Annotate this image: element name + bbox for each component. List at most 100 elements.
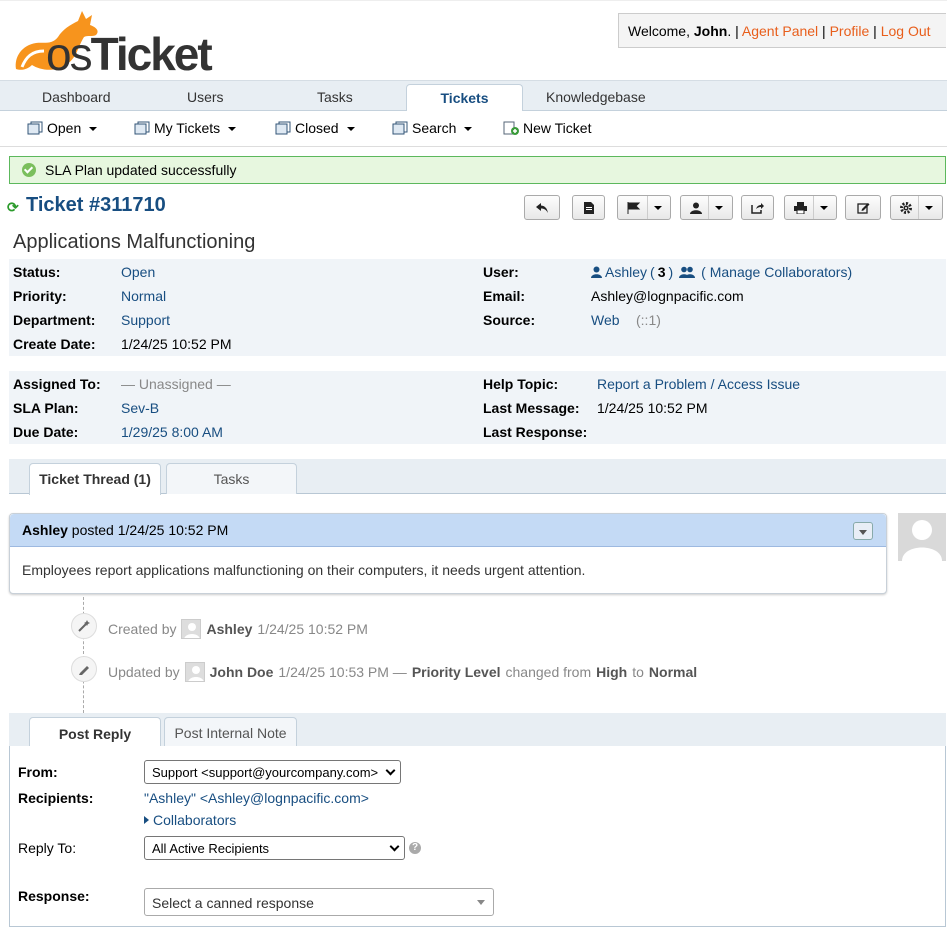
- due-date-value[interactable]: 1/29/25 8:00 AM: [121, 424, 223, 440]
- osticket-logo[interactable]: osTicket: [8, 7, 218, 77]
- tab-ticket-thread[interactable]: Ticket Thread (1): [29, 463, 161, 495]
- profile-link[interactable]: Profile: [830, 23, 870, 39]
- from-select[interactable]: Support <support@yourcompany.com>: [144, 760, 401, 784]
- event-updated-from: High: [596, 664, 628, 680]
- source-ip: (::1): [636, 312, 661, 328]
- tickets-icon: [134, 121, 150, 135]
- avatar-placeholder-icon: [902, 520, 942, 561]
- canned-response-select[interactable]: Select a canned response: [144, 888, 494, 916]
- entry-options-dropdown[interactable]: [853, 522, 873, 540]
- event-updated-who: John Doe: [209, 664, 274, 680]
- chevron-down-icon: [389, 841, 400, 852]
- transfer-button[interactable]: [741, 195, 774, 220]
- welcome-sep-2: |: [818, 23, 830, 39]
- priority-label: Priority:: [13, 288, 67, 304]
- chevron-down-icon: [346, 127, 355, 131]
- status-label: Status:: [13, 264, 61, 280]
- ticket-number-link[interactable]: Ticket #311710: [26, 194, 166, 217]
- reply-arrow-icon: [536, 202, 548, 213]
- user-value: Ashley (3) ( Manage Collaborators): [591, 264, 852, 280]
- tab-post-internal-note[interactable]: Post Internal Note: [164, 717, 297, 748]
- thread-entry-body: Employees report applications malfunctio…: [22, 562, 586, 578]
- chevron-down-icon: [228, 127, 237, 131]
- welcome-prefix: Welcome,: [628, 23, 694, 39]
- reply-tabs: Post Reply Post Internal Note: [9, 713, 946, 750]
- thread-tabs: Ticket Thread (1) Tasks: [9, 459, 946, 495]
- ticket-subject: Applications Malfunctioning: [13, 231, 256, 253]
- magic-wand-icon: [71, 613, 97, 639]
- subnav-my-tickets-label: My Tickets: [154, 120, 221, 136]
- check-circle-icon: [22, 163, 36, 177]
- chevron-down-icon: [715, 205, 723, 210]
- tab-tasks[interactable]: Tasks: [166, 463, 297, 494]
- user-name-link[interactable]: Ashley: [605, 264, 647, 280]
- chevron-down-icon: [925, 205, 933, 210]
- event-updated: Updated by John Doe 1/24/25 10:53 PM — P…: [108, 662, 697, 682]
- help-topic-label: Help Topic:: [483, 376, 559, 392]
- thread-entry-author: Ashley: [22, 522, 68, 538]
- user-label: User:: [483, 264, 519, 280]
- user-icon: [690, 202, 702, 214]
- thread-entry-posted: posted 1/24/25 10:52 PM: [67, 522, 229, 538]
- reply-button[interactable]: [524, 195, 560, 220]
- assigned-to-label: Assigned To:: [13, 376, 101, 392]
- assigned-to-value[interactable]: — Unassigned —: [121, 376, 231, 392]
- source-value[interactable]: Web: [591, 312, 620, 328]
- event-updated-prefix: Updated by: [108, 664, 180, 680]
- chevron-down-icon: [89, 127, 98, 131]
- recipients-label: Recipients:: [18, 790, 94, 806]
- subnav-my-tickets[interactable]: My Tickets: [134, 120, 237, 136]
- refresh-icon[interactable]: ⟳: [7, 199, 19, 216]
- welcome-name: John: [693, 23, 728, 39]
- thread-entry-header: Ashley posted 1/24/25 10:52 PM: [10, 514, 886, 547]
- document-icon: [583, 201, 594, 214]
- print-pdf-button[interactable]: [572, 195, 605, 220]
- help-topic-value[interactable]: Report a Problem / Access Issue: [597, 376, 800, 392]
- subnav-closed[interactable]: Closed: [275, 120, 355, 136]
- nav-tab-dashboard[interactable]: Dashboard: [42, 81, 111, 112]
- success-message-text: SLA Plan updated successfully: [45, 162, 237, 178]
- flag-icon: [627, 201, 640, 214]
- help-icon[interactable]: ?: [409, 842, 421, 854]
- pencil-icon: [71, 656, 97, 682]
- reply-to-select[interactable]: All Active Recipients: [144, 836, 405, 860]
- last-response-label: Last Response:: [483, 424, 588, 440]
- response-label: Response:: [18, 888, 90, 904]
- user-count-open: (: [650, 264, 655, 280]
- collaborators-toggle[interactable]: Collaborators: [144, 812, 236, 828]
- subnav-search[interactable]: Search: [392, 120, 473, 136]
- tickets-icon: [392, 121, 408, 135]
- users-icon: [679, 266, 696, 278]
- subnav-new-ticket-label: New Ticket: [523, 120, 592, 136]
- event-updated-changed-from: changed from: [505, 664, 592, 680]
- print-menu-button[interactable]: [784, 195, 837, 220]
- nav-tab-tasks[interactable]: Tasks: [317, 81, 353, 112]
- assign-menu-button[interactable]: [680, 195, 733, 220]
- sub-nav: Open My Tickets Closed Search New Ticket: [0, 111, 947, 147]
- event-created-who: Ashley: [206, 621, 253, 637]
- logout-link[interactable]: Log Out: [881, 23, 931, 39]
- edit-button[interactable]: [845, 195, 881, 220]
- sla-plan-value[interactable]: Sev-B: [121, 400, 159, 416]
- agent-panel-link[interactable]: Agent Panel: [742, 23, 818, 39]
- settings-menu-button[interactable]: [890, 195, 943, 220]
- source-label: Source:: [483, 312, 536, 328]
- nav-tab-users[interactable]: Users: [187, 81, 224, 112]
- welcome-sep-1: |: [731, 23, 742, 39]
- nav-tab-tickets[interactable]: Tickets: [406, 84, 523, 113]
- avatar: [181, 619, 202, 639]
- event-updated-to: Normal: [648, 664, 698, 680]
- flag-menu-button[interactable]: [617, 195, 671, 220]
- department-value[interactable]: Support: [121, 312, 170, 328]
- recipients-value[interactable]: "Ashley" <Ashley@lognpacific.com>: [144, 790, 369, 806]
- user-icon: [591, 266, 602, 278]
- user-ticket-count: 3: [657, 264, 666, 280]
- priority-value[interactable]: Normal: [121, 288, 166, 304]
- chevron-down-icon: [464, 127, 473, 131]
- email-value: Ashley@lognpacific.com: [591, 288, 744, 304]
- nav-tab-knowledgebase[interactable]: Knowledgebase: [546, 81, 646, 112]
- welcome-bar: Welcome, John. | Agent Panel | Profile |…: [618, 13, 946, 48]
- subnav-open[interactable]: Open: [27, 120, 98, 136]
- manage-collaborators-link[interactable]: ( Manage Collaborators): [701, 264, 852, 280]
- subnav-new-ticket[interactable]: New Ticket: [503, 120, 591, 136]
